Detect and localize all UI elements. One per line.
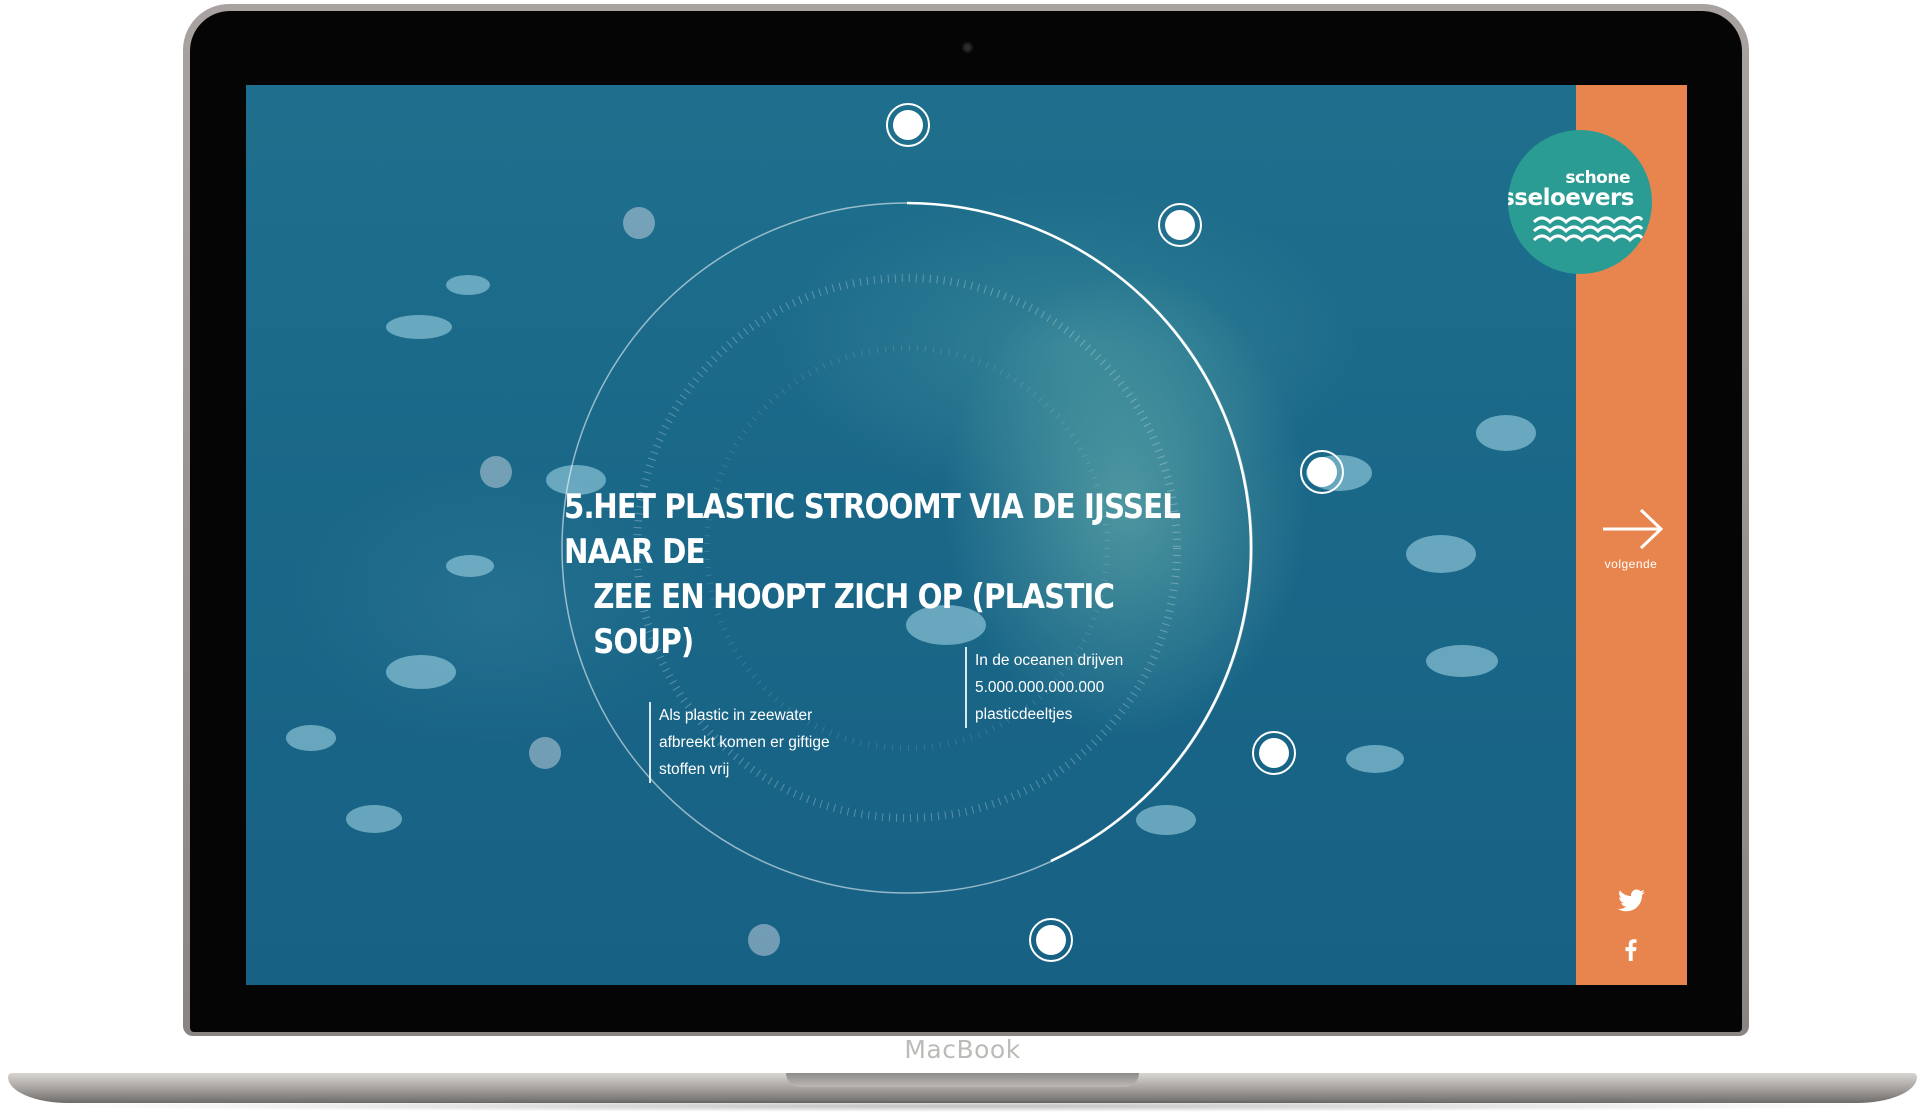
slide-title: 5.HET PLASTIC STROOMT VIA DE IJSSEL NAAR…: [564, 485, 1218, 665]
screen: 5.HET PLASTIC STROOMT VIA DE IJSSEL NAAR…: [246, 85, 1687, 985]
device-brand-label: MacBook: [904, 1035, 1021, 1064]
facebook-share-button[interactable]: [1625, 939, 1639, 967]
timeline-node-completed[interactable]: [1300, 450, 1344, 494]
timeline-node-inactive[interactable]: [480, 456, 512, 488]
fact-line: stoffen vrij: [659, 761, 730, 778]
fact-line: afbreekt komen er giftige: [659, 734, 830, 751]
camera-icon: [962, 42, 973, 53]
fact-line: plasticdeeltjes: [975, 706, 1073, 723]
next-button[interactable]: volgende: [1591, 507, 1671, 577]
timeline-node-completed[interactable]: [886, 103, 930, 147]
twitter-icon: [1618, 889, 1645, 912]
twitter-share-button[interactable]: [1618, 889, 1646, 917]
waves-icon: [1532, 215, 1644, 243]
timeline-node-inactive[interactable]: [748, 924, 780, 956]
arrow-right-icon: [1603, 508, 1664, 550]
laptop-shadow: [40, 1100, 1885, 1112]
slide-title-line1: HET PLASTIC STROOMT VIA DE IJSSEL NAAR D…: [564, 487, 1181, 572]
fact-plastic-particles: In de oceanen drijven 5.000.000.000.000 …: [965, 647, 1123, 728]
timeline-node-completed[interactable]: [1252, 731, 1296, 775]
fact-line: 5.000.000.000.000: [975, 679, 1105, 696]
slide-number: 5.: [564, 487, 595, 527]
logo-text-line2: ijsseloevers: [1508, 185, 1634, 211]
site-logo[interactable]: schone ijsseloevers: [1508, 130, 1652, 274]
timeline-node-inactive[interactable]: [529, 737, 561, 769]
fact-line: Als plastic in zeewater: [659, 707, 813, 724]
fact-line: In de oceanen drijven: [975, 652, 1124, 669]
timeline-node-inactive[interactable]: [623, 207, 655, 239]
fact-toxic-substances: Als plastic in zeewater afbreekt komen e…: [649, 702, 830, 783]
next-label: volgende: [1604, 557, 1658, 571]
timeline-node-active[interactable]: [1029, 918, 1073, 962]
laptop-notch: [786, 1073, 1139, 1087]
facebook-icon: [1625, 939, 1637, 961]
timeline-node-completed[interactable]: [1158, 203, 1202, 247]
